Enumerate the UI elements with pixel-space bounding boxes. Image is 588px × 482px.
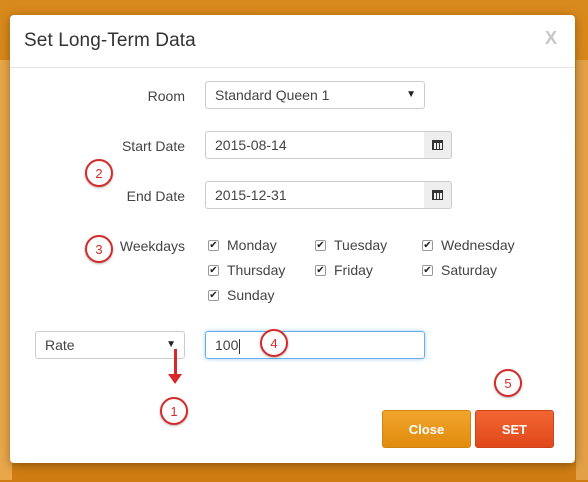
check-icon[interactable]: ✔: [422, 239, 433, 251]
weekday-label: Friday: [334, 262, 373, 278]
caret-down-icon: ▼: [406, 89, 416, 100]
data-type-select-value: Rate: [45, 337, 75, 353]
room-select-value: Standard Queen 1: [215, 87, 330, 103]
weekday-friday[interactable]: ✔ Friday: [315, 262, 373, 278]
weekday-label: Thursday: [227, 262, 286, 278]
weekday-tuesday[interactable]: ✔ Tuesday: [315, 237, 387, 253]
close-button[interactable]: Close: [382, 410, 471, 448]
weekday-label: Monday: [227, 237, 277, 253]
weekday-monday[interactable]: ✔ Monday: [208, 237, 277, 253]
backdrop-right-bar: [576, 60, 588, 480]
check-icon[interactable]: ✔: [422, 264, 433, 276]
start-date-calendar-button[interactable]: [424, 131, 452, 159]
weekday-saturday[interactable]: ✔ Saturday: [422, 262, 497, 278]
start-date-input[interactable]: 2015-08-14: [205, 131, 425, 159]
check-icon[interactable]: ✔: [208, 239, 219, 251]
rate-value-text: 100: [215, 337, 239, 353]
room-label: Room: [147, 88, 185, 104]
weekday-label: Sunday: [227, 287, 275, 303]
check-icon[interactable]: ✔: [208, 264, 219, 276]
check-icon[interactable]: ✔: [315, 264, 326, 276]
close-icon[interactable]: X: [545, 28, 557, 49]
rate-value-input[interactable]: 100: [205, 331, 425, 359]
text-cursor: [239, 338, 241, 354]
weekday-label: Tuesday: [334, 237, 388, 253]
dialog-header: Set Long-Term Data X: [10, 15, 575, 68]
calendar-icon: [432, 190, 443, 200]
calendar-icon: [432, 140, 443, 150]
weekday-wednesday[interactable]: ✔ Wednesday: [422, 237, 515, 253]
annotation-marker-2: 2: [85, 159, 113, 187]
dialog-title: Set Long-Term Data: [24, 30, 196, 51]
end-date-calendar-button[interactable]: [424, 181, 452, 209]
arrow-down-icon: [168, 374, 182, 384]
check-icon[interactable]: ✔: [315, 239, 326, 251]
end-date-label: End Date: [126, 188, 185, 204]
room-select[interactable]: Standard Queen 1 ▼: [205, 81, 425, 109]
check-icon[interactable]: ✔: [208, 289, 219, 301]
start-date-label: Start Date: [121, 138, 185, 154]
set-button[interactable]: SET: [475, 410, 554, 448]
data-type-select[interactable]: Rate ▼: [35, 331, 185, 359]
end-date-input[interactable]: 2015-12-31: [205, 181, 425, 209]
weekday-label: Wednesday: [441, 237, 515, 253]
annotation-marker-1: 1: [160, 397, 188, 425]
annotation-marker-4: 4: [260, 329, 288, 357]
weekday-label: Saturday: [441, 262, 498, 278]
annotation-marker-5: 5: [494, 369, 522, 397]
annotation-arrow-shaft: [174, 349, 177, 375]
annotation-marker-3: 3: [85, 235, 113, 263]
weekdays-label: Weekdays: [119, 238, 185, 254]
weekday-sunday[interactable]: ✔ Sunday: [208, 287, 274, 303]
weekday-thursday[interactable]: ✔ Thursday: [208, 262, 285, 278]
